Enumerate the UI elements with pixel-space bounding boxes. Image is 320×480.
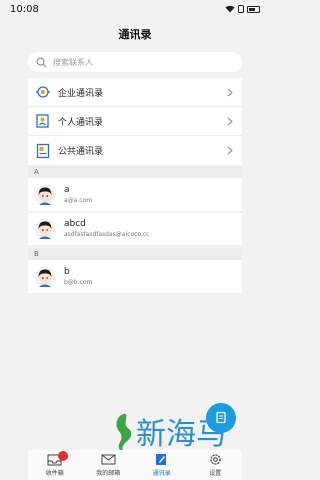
status-time: 10:08 <box>10 4 39 15</box>
battery-icon <box>247 5 260 13</box>
tab-label: 设置 <box>209 470 222 477</box>
enterprise-contacts-icon <box>36 86 50 98</box>
page-title: 通讯录 <box>118 28 152 41</box>
settings-gear-icon <box>210 454 221 465</box>
directory-menu: 企业通讯录 个人通讯录 公共通讯录 <box>28 78 242 165</box>
contact-email: asdfasfasdfasdas@aicoco.cc <box>64 231 150 238</box>
public-contacts-icon <box>36 143 50 158</box>
contact-row[interactable]: a a@a.com <box>28 178 242 211</box>
contact-text: a a@a.com <box>64 185 92 205</box>
contact-name: abcd <box>64 219 86 229</box>
tab-label: 通讯录 <box>152 470 171 477</box>
contact-text: b b@b.com <box>64 267 92 287</box>
contact-row[interactable]: abcd asdfasfasdfasdas@aicoco.cc <box>28 212 242 245</box>
section-header-a: A <box>28 166 242 178</box>
tab-settings[interactable]: 设置 <box>189 450 243 480</box>
enterprise-contacts-item[interactable]: 企业通讯录 <box>28 78 242 107</box>
search-icon <box>36 57 47 67</box>
unread-badge <box>58 451 68 461</box>
avatar <box>34 184 56 205</box>
personal-contacts-icon <box>36 114 49 128</box>
tab-inbox[interactable]: 收件箱 <box>28 450 82 480</box>
contacts-pen-icon <box>156 454 167 465</box>
wifi-icon <box>225 5 235 13</box>
avatar <box>34 266 56 287</box>
personal-contacts-label: 个人通讯录 <box>58 117 104 128</box>
chevron-right-icon <box>227 146 233 155</box>
chevron-right-icon <box>227 88 233 97</box>
compose-icon <box>216 411 226 424</box>
tab-my-mailbox[interactable]: 我的邮箱 <box>82 450 136 480</box>
contact-name: b <box>64 266 70 277</box>
contact-email: b@b.com <box>64 278 93 286</box>
compose-fab-button[interactable] <box>206 403 236 433</box>
mailbox-icon <box>101 454 116 465</box>
tab-contacts[interactable]: 通讯录 <box>135 450 189 480</box>
search-input[interactable] <box>53 57 233 67</box>
bottom-tab-bar: 收件箱 我的邮箱 通讯录 设置 <box>28 450 242 480</box>
tab-label: 我的邮箱 <box>96 470 121 477</box>
contact-text: abcd asdfasfasdfasdas@aicoco.cc <box>64 219 149 239</box>
status-icons <box>225 5 260 13</box>
chevron-right-icon <box>227 117 233 126</box>
search-bar[interactable] <box>28 52 242 72</box>
avatar <box>34 218 56 240</box>
status-bar: 10:08 <box>0 0 270 20</box>
public-contacts-label: 公共通讯录 <box>58 147 104 157</box>
section-header-b: B <box>28 248 242 260</box>
contact-email: a@a.com <box>64 196 93 204</box>
tab-label: 收件箱 <box>45 470 64 477</box>
enterprise-contacts-label: 企业通讯录 <box>58 88 104 99</box>
personal-contacts-item[interactable]: 个人通讯录 <box>28 107 242 136</box>
public-contacts-item[interactable]: 公共通讯录 <box>28 136 242 165</box>
contact-row[interactable]: b b@b.com <box>28 260 242 293</box>
contact-name: a <box>64 184 70 195</box>
vibrate-icon <box>238 5 244 13</box>
